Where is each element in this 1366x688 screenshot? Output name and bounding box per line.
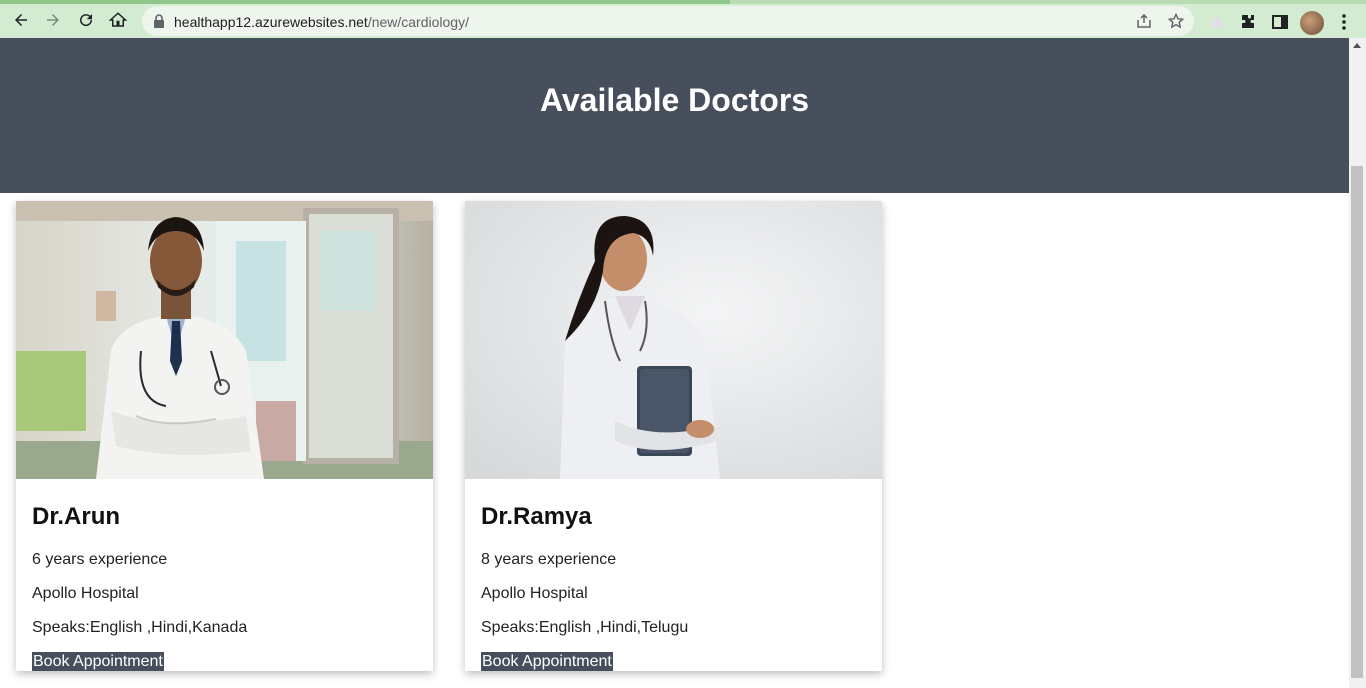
book-appointment-button[interactable]: Book Appointment bbox=[481, 652, 613, 671]
doctor-hospital: Apollo Hospital bbox=[481, 585, 588, 602]
doctor-card: Dr.Ramya 8 years experience Apollo Hospi… bbox=[465, 201, 882, 671]
puzzle-icon[interactable] bbox=[1238, 12, 1258, 32]
doctor-hospital: Apollo Hospital bbox=[32, 585, 139, 602]
page-viewport: Available Doctors Dr.Arun 6 years experi… bbox=[0, 38, 1349, 688]
doctor-languages: Speaks:English ,Hindi,Kanada bbox=[32, 619, 248, 636]
extension-triangle-icon[interactable] bbox=[1207, 12, 1227, 32]
profile-avatar[interactable] bbox=[1300, 11, 1324, 35]
scrollbar-thumb[interactable] bbox=[1351, 166, 1363, 678]
home-icon[interactable] bbox=[106, 8, 130, 32]
book-appointment-button[interactable]: Book Appointment bbox=[32, 652, 164, 671]
tab-strip bbox=[0, 0, 730, 4]
doctor-card: Dr.Arun 6 years experience Apollo Hospit… bbox=[16, 201, 433, 671]
doctor-experience: 6 years experience bbox=[32, 551, 168, 568]
page-title: Available Doctors bbox=[539, 82, 810, 118]
browser-toolbar: healthapp12.azurewebsites.net/new/cardio… bbox=[0, 0, 1366, 38]
doctor-languages: Speaks:English ,Hindi,Telugu bbox=[481, 619, 689, 636]
more-menu-icon[interactable] bbox=[1334, 12, 1354, 32]
side-panel-icon[interactable] bbox=[1270, 12, 1290, 32]
url-text: healthapp12.azurewebsites.net/new/cardio… bbox=[174, 14, 469, 30]
doctor-name: Dr.Ramya bbox=[481, 503, 592, 530]
url-path: /new/cardiology/ bbox=[367, 14, 469, 30]
forward-icon[interactable] bbox=[41, 8, 65, 32]
doctor-photo bbox=[16, 201, 433, 479]
doctor-experience: 8 years experience bbox=[481, 551, 617, 568]
lock-icon bbox=[154, 14, 164, 28]
address-bar[interactable]: healthapp12.azurewebsites.net/new/cardio… bbox=[142, 6, 1194, 36]
doctor-name: Dr.Arun bbox=[32, 503, 121, 530]
scroll-up-arrow-icon[interactable] bbox=[1353, 43, 1361, 48]
page-scrollbar[interactable] bbox=[1349, 38, 1366, 688]
url-host: healthapp12.azurewebsites.net bbox=[174, 14, 368, 30]
bookmark-star-icon[interactable] bbox=[1168, 13, 1184, 29]
doctor-photo bbox=[465, 201, 882, 479]
reload-icon[interactable] bbox=[74, 8, 98, 32]
share-icon[interactable] bbox=[1136, 13, 1152, 29]
back-icon[interactable] bbox=[9, 8, 33, 32]
page-header: Available Doctors bbox=[0, 38, 1349, 193]
